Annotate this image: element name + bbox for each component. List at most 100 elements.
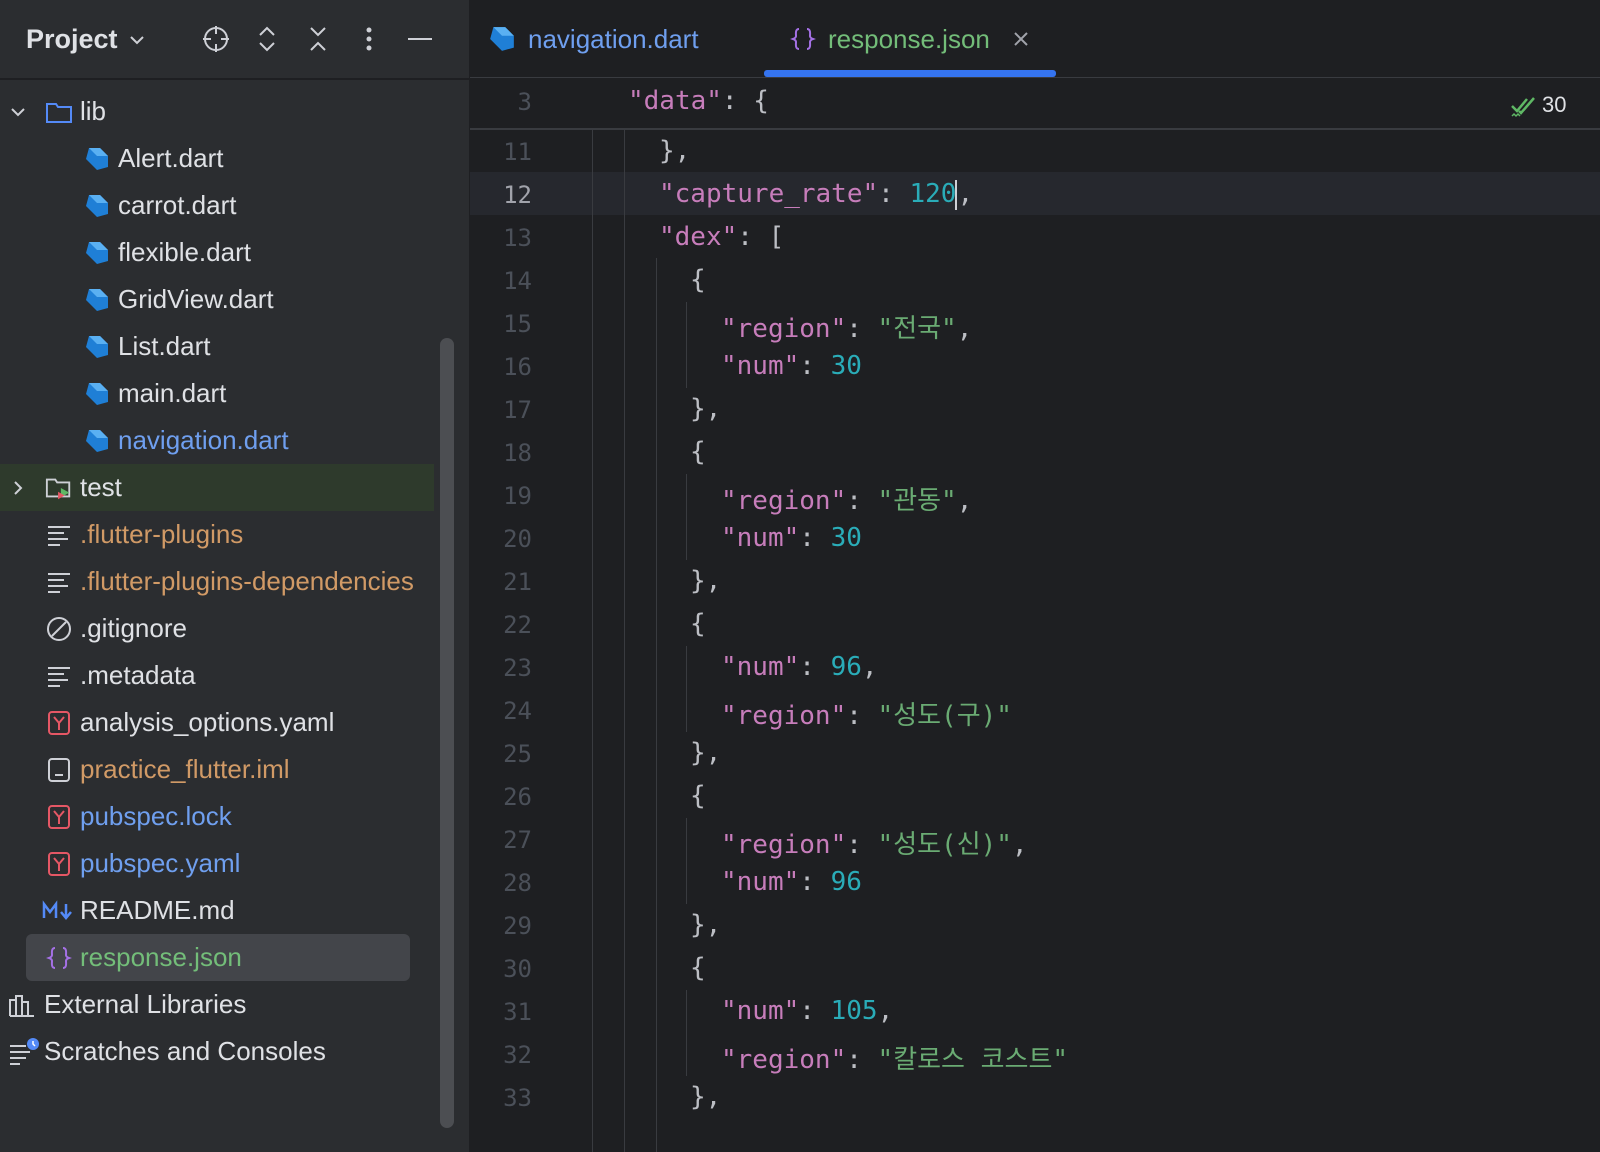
close-tab-icon[interactable] <box>1012 30 1030 48</box>
tree-folder-test[interactable]: test <box>0 464 434 511</box>
project-panel-header: Project <box>0 0 470 80</box>
line-number[interactable]: 31 <box>470 998 532 1026</box>
line-number[interactable]: 11 <box>470 138 532 166</box>
tree-file-navigation-dart[interactable]: navigation.dart <box>0 417 445 464</box>
json-string: "성도(구)" <box>877 701 1012 731</box>
tree-folder-lib[interactable]: lib <box>0 88 445 135</box>
tree-external-libraries[interactable]: External Libraries <box>0 981 445 1028</box>
code-line-21: }, <box>690 566 721 596</box>
code-editor[interactable]: 3 "data": { 30 11 12 13 14 15 16 17 18 19 20 21 22 2… <box>470 78 1600 1152</box>
chevron-right-icon[interactable] <box>8 478 28 498</box>
tab-navigation-dart[interactable]: navigation.dart <box>488 0 699 78</box>
json-file-icon <box>45 944 73 972</box>
code-line-11: }, <box>659 136 690 166</box>
line-number[interactable]: 14 <box>470 267 532 295</box>
tree-scratches-and-consoles[interactable]: Scratches and Consoles <box>0 1028 445 1075</box>
json-key: "num" <box>721 523 800 553</box>
collapse-all-icon[interactable] <box>301 22 335 56</box>
line-number[interactable]: 26 <box>470 783 532 811</box>
line-number[interactable]: 29 <box>470 912 532 940</box>
tab-label: response.json <box>828 23 990 54</box>
json-key: "num" <box>721 867 800 897</box>
expand-all-icon[interactable] <box>250 22 284 56</box>
inspection-widget[interactable]: 30 <box>1510 92 1566 118</box>
chevron-down-icon[interactable] <box>8 102 28 122</box>
tree-file-flutter-plugins-dependencies[interactable]: .flutter-plugins-dependencies <box>0 558 445 605</box>
tree-item-label: Alert.dart <box>118 143 224 173</box>
line-number[interactable]: 19 <box>470 482 532 510</box>
line-number[interactable]: 27 <box>470 826 532 854</box>
tree-item-label: GridView.dart <box>118 284 274 314</box>
code-line-27: "region": "성도(신)", <box>721 830 1028 860</box>
project-scrollbar[interactable] <box>440 338 454 1128</box>
line-number[interactable]: 15 <box>470 310 532 338</box>
tab-response-json[interactable]: response.json <box>790 0 1030 78</box>
tree-file-main-dart[interactable]: main.dart <box>0 370 445 417</box>
module-file-icon <box>45 756 73 784</box>
tree-file-readme-md[interactable]: README.md <box>0 887 445 934</box>
tree-file-practice-flutter-iml[interactable]: practice_flutter.iml <box>0 746 445 793</box>
hide-panel-icon[interactable] <box>403 22 437 56</box>
code-line-14: { <box>690 265 706 295</box>
dart-file-icon <box>83 427 111 455</box>
punctuation: { <box>690 437 706 467</box>
line-number[interactable]: 21 <box>470 568 532 596</box>
tree-file-alert-dart[interactable]: Alert.dart <box>0 135 445 182</box>
chevron-down-icon <box>129 35 144 44</box>
double-check-icon <box>1511 97 1535 118</box>
line-number[interactable]: 18 <box>470 439 532 467</box>
line-number[interactable]: 12 <box>470 181 532 209</box>
tree-item-label: navigation.dart <box>118 425 289 455</box>
more-options-icon[interactable] <box>352 22 386 56</box>
tree-file-response-json[interactable]: response.json <box>26 934 410 981</box>
tree-item-label: main.dart <box>118 378 227 408</box>
line-number[interactable]: 32 <box>470 1041 532 1069</box>
json-key: "dex" <box>659 222 738 252</box>
tree-file-metadata[interactable]: .metadata <box>0 652 445 699</box>
tree-file-flutter-plugins[interactable]: .flutter-plugins <box>0 511 445 558</box>
line-number[interactable]: 23 <box>470 654 532 682</box>
sticky-scroll-line[interactable]: 3 "data": { 30 <box>470 78 1600 130</box>
tree-item-label: pubspec.yaml <box>80 848 241 878</box>
tree-item-label: carrot.dart <box>118 190 237 220</box>
code-line-12: "capture_rate": 120, <box>659 179 974 210</box>
punctuation: }, <box>690 566 722 596</box>
punctuation: }, <box>690 394 722 424</box>
line-number[interactable]: 20 <box>470 525 532 553</box>
dart-file-icon <box>83 192 111 220</box>
project-view-selector[interactable]: Project <box>26 24 146 55</box>
line-number[interactable]: 33 <box>470 1084 532 1112</box>
code-line-31: "num": 105, <box>721 996 894 1026</box>
tree-file-analysis-options-yaml[interactable]: analysis_options.yaml <box>0 699 445 746</box>
yaml-file-icon <box>45 850 73 878</box>
tree-file-pubspec-yaml[interactable]: pubspec.yaml <box>0 840 445 887</box>
punctuation: { <box>690 609 706 639</box>
tree-file-flexible-dart[interactable]: flexible.dart <box>0 229 445 276</box>
tree-file-pubspec-lock[interactable]: pubspec.lock <box>0 793 445 840</box>
indent-guide <box>686 818 687 904</box>
tree-file-gridview-dart[interactable]: GridView.dart <box>0 276 445 323</box>
line-number[interactable]: 28 <box>470 869 532 897</box>
tree-file-list-dart[interactable]: List.dart <box>0 323 445 370</box>
json-key: "num" <box>721 351 800 381</box>
folder-icon <box>45 98 73 126</box>
editor-tabs: navigation.dart response.json <box>470 0 1600 78</box>
line-number[interactable]: 17 <box>470 396 532 424</box>
text-file-icon <box>45 521 73 549</box>
json-string: "전국" <box>877 314 957 344</box>
line-number[interactable]: 25 <box>470 740 532 768</box>
line-number[interactable]: 24 <box>470 697 532 725</box>
indent-guide <box>656 258 657 1152</box>
line-number[interactable]: 16 <box>470 353 532 381</box>
locate-icon[interactable] <box>199 22 233 56</box>
line-number[interactable]: 13 <box>470 224 532 252</box>
line-number[interactable]: 30 <box>470 955 532 983</box>
code-line-29: }, <box>690 910 721 940</box>
line-number[interactable]: 22 <box>470 611 532 639</box>
project-title: Project <box>26 24 118 54</box>
punctuation: { <box>690 953 706 983</box>
tree-item-label: flexible.dart <box>118 237 251 267</box>
tree-file-gitignore[interactable]: .gitignore <box>0 605 445 652</box>
tree-file-carrot-dart[interactable]: carrot.dart <box>0 182 445 229</box>
indent-guide <box>686 474 687 560</box>
